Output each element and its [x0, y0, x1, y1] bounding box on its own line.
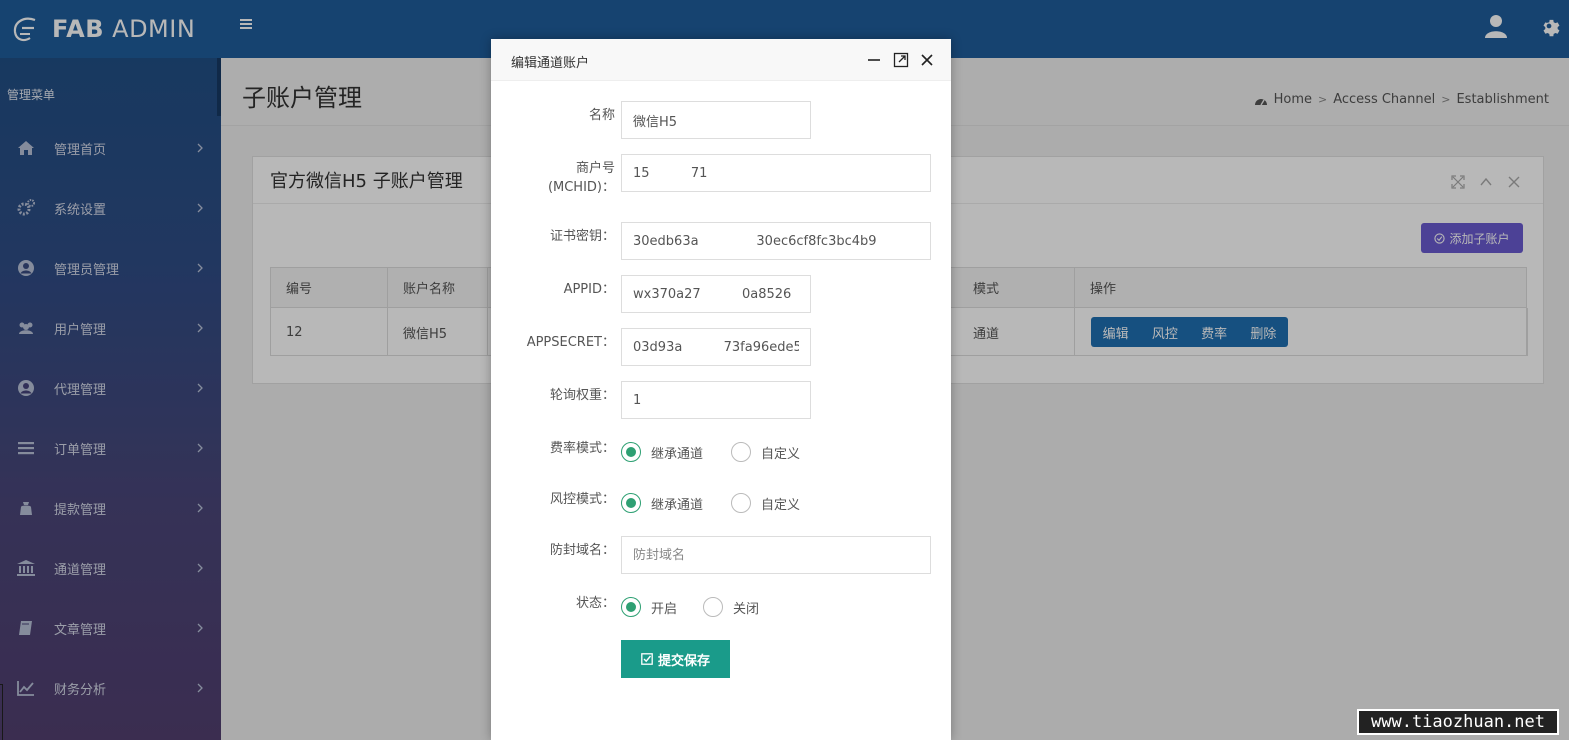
radio-label: 开启 [651, 601, 678, 617]
modal-title: 编辑通道账户 [511, 56, 590, 71]
modal-header: 编辑通道账户 [491, 39, 951, 81]
radio-label: 关闭 [733, 601, 760, 617]
radio-label: 自定义 [761, 497, 801, 513]
radio-circle [703, 597, 723, 617]
watermark: www.tiaozhuan.net [1357, 709, 1559, 735]
radio-circle [731, 493, 751, 513]
submit-save-button[interactable]: 提交保存 [621, 640, 730, 678]
radio-circle [621, 493, 641, 513]
radio-circle [621, 597, 641, 617]
domain-input[interactable] [621, 536, 931, 574]
status-off-radio[interactable]: 关闭 [703, 597, 759, 617]
mchid-label: 商户号 (MCHID)： [547, 161, 615, 195]
close-icon[interactable] [919, 52, 935, 68]
check-square-icon [641, 653, 653, 665]
radio-label: 继承通道 [651, 497, 704, 513]
rate-mode-custom-radio[interactable]: 自定义 [731, 442, 800, 462]
rate-mode-inherit-radio[interactable]: 继承通道 [621, 442, 703, 462]
domain-label: 防封域名： [549, 543, 615, 558]
radio-circle [731, 442, 751, 462]
maximize-icon[interactable] [893, 52, 909, 68]
name-input[interactable] [621, 101, 811, 139]
appsecret-input[interactable] [621, 328, 811, 366]
radio-label: 继承通道 [651, 446, 704, 462]
risk-mode-custom-radio[interactable]: 自定义 [731, 493, 800, 513]
weight-label: 轮询权重： [549, 388, 615, 403]
submit-save-label: 提交保存 [657, 653, 710, 669]
risk-mode-inherit-radio[interactable]: 继承通道 [621, 493, 703, 513]
appid-label: APPID： [563, 282, 615, 297]
name-label: 名称 [588, 108, 615, 123]
rate-mode-label: 费率模式： [549, 441, 615, 456]
appid-input[interactable] [621, 275, 811, 313]
risk-mode-label: 风控模式： [549, 492, 615, 507]
status-label: 状态： [575, 596, 615, 611]
minimize-icon[interactable] [866, 52, 882, 68]
cert-key-input[interactable] [621, 222, 931, 260]
edit-channel-account-modal: 编辑通道账户 名称 商户号 (MCHID)： 证书密钥： APPID： APPS… [491, 39, 951, 740]
mchid-input[interactable] [621, 154, 931, 192]
status-on-radio[interactable]: 开启 [621, 597, 677, 617]
radio-circle [621, 442, 641, 462]
appsecret-label: APPSECRET： [526, 335, 615, 350]
weight-input[interactable] [621, 381, 811, 419]
radio-label: 自定义 [761, 446, 801, 462]
cert-key-label: 证书密钥： [549, 229, 615, 244]
